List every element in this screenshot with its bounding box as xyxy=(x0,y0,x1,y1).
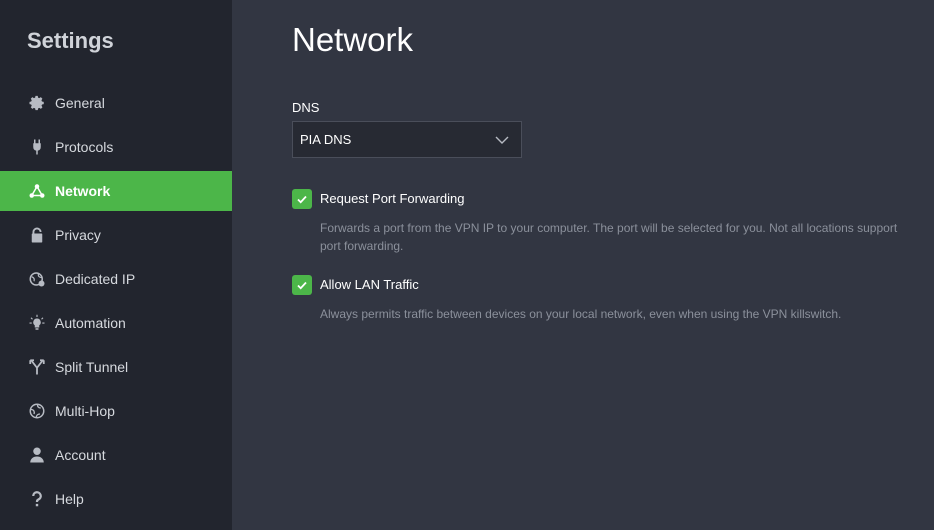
sidebar-item-account[interactable]: Account xyxy=(0,435,232,475)
sidebar-item-label: Dedicated IP xyxy=(55,271,136,287)
sidebar-item-label: Split Tunnel xyxy=(55,359,129,375)
allow-lan-checkbox[interactable] xyxy=(292,275,312,295)
lightbulb-icon xyxy=(27,313,47,333)
sidebar-title: Settings xyxy=(27,28,114,53)
plug-icon xyxy=(27,137,47,157)
sidebar: Settings General Protocols Network Priva… xyxy=(0,0,232,530)
checkmark-icon xyxy=(297,195,307,204)
dns-label: DNS xyxy=(292,100,320,115)
lock-icon xyxy=(27,225,47,245)
globe-icon xyxy=(27,401,47,421)
sidebar-item-privacy[interactable]: Privacy xyxy=(0,215,232,255)
sidebar-item-label: Automation xyxy=(55,315,126,331)
dns-select-value: PIA DNS xyxy=(300,132,352,147)
sidebar-item-label: Protocols xyxy=(55,139,114,155)
sidebar-item-dedicated-ip[interactable]: Dedicated IP xyxy=(0,259,232,299)
sidebar-item-help[interactable]: Help xyxy=(0,479,232,519)
allow-lan-label[interactable]: Allow LAN Traffic xyxy=(320,277,419,292)
sidebar-item-label: Multi-Hop xyxy=(55,403,115,419)
question-icon xyxy=(27,489,47,509)
port-forwarding-label[interactable]: Request Port Forwarding xyxy=(320,191,465,206)
chevron-down-icon xyxy=(495,136,509,144)
allow-lan-description: Always permits traffic between devices o… xyxy=(320,307,842,321)
split-icon xyxy=(27,357,47,377)
sidebar-item-multi-hop[interactable]: Multi-Hop xyxy=(0,391,232,431)
sidebar-item-label: Help xyxy=(55,491,84,507)
sidebar-item-general[interactable]: General xyxy=(0,83,232,123)
gear-icon xyxy=(27,93,47,113)
sidebar-item-label: Network xyxy=(55,183,111,199)
sidebar-item-protocols[interactable]: Protocols xyxy=(0,127,232,167)
sidebar-item-label: General xyxy=(55,95,105,111)
checkmark-icon xyxy=(297,281,307,290)
sidebar-nav: General Protocols Network Privacy Dedica xyxy=(0,83,232,523)
page-title: Network xyxy=(292,21,414,58)
sidebar-item-label: Account xyxy=(55,447,106,463)
main-panel: Network DNS PIA DNS Request Port Forward… xyxy=(232,0,934,530)
sidebar-item-label: Privacy xyxy=(55,227,101,243)
sidebar-item-automation[interactable]: Automation xyxy=(0,303,232,343)
network-icon xyxy=(27,181,47,201)
sidebar-item-split-tunnel[interactable]: Split Tunnel xyxy=(0,347,232,387)
person-icon xyxy=(27,445,47,465)
port-forwarding-description: Forwards a port from the VPN IP to your … xyxy=(320,221,898,253)
sidebar-item-network[interactable]: Network xyxy=(0,171,232,211)
port-forwarding-checkbox[interactable] xyxy=(292,189,312,209)
dns-select[interactable]: PIA DNS xyxy=(292,121,522,158)
globe-badge-icon xyxy=(27,269,47,289)
